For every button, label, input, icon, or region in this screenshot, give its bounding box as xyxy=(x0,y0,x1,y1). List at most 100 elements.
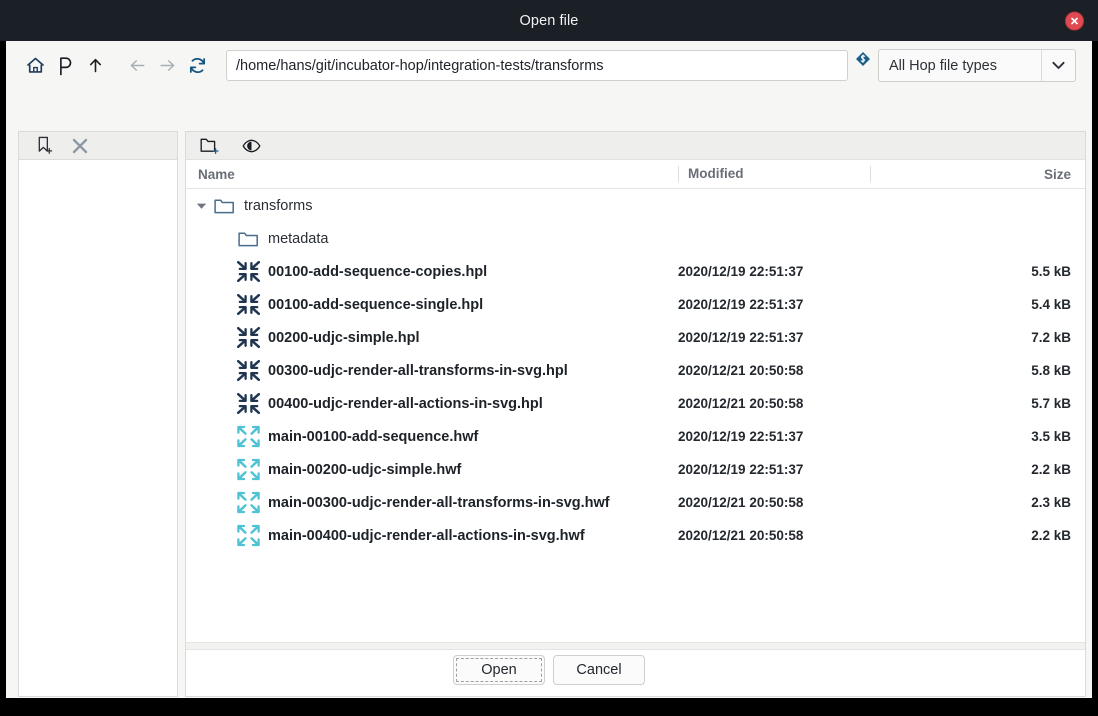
file-name-cell: 00200-udjc-simple.hpl xyxy=(186,326,678,350)
places-toolbar xyxy=(19,132,177,160)
file-size-cell: 5.8 kB xyxy=(870,363,1085,378)
workflow-file-icon xyxy=(234,491,262,515)
path-input-value: /home/hans/git/incubator-hop/integration… xyxy=(236,58,604,74)
shortcut-badge-icon xyxy=(854,50,872,68)
file-size-cell: 5.5 kB xyxy=(870,264,1085,279)
file-modified-cell: 2020/12/19 22:51:37 xyxy=(678,462,870,477)
file-name-label: metadata xyxy=(268,231,328,247)
show-hidden-icon[interactable] xyxy=(239,136,263,156)
file-browser-pane: Name Modified Size transforms metadata 001… xyxy=(185,131,1086,697)
arrow-forward-icon[interactable] xyxy=(152,51,182,81)
file-modified-cell: 2020/12/19 22:51:37 xyxy=(678,330,870,345)
file-modified-cell: 2020/12/21 20:50:58 xyxy=(678,528,870,543)
file-modified-cell: 2020/12/19 22:51:37 xyxy=(678,429,870,444)
file-size-cell: 5.4 kB xyxy=(870,297,1085,312)
table-row[interactable]: 00100-add-sequence-single.hpl2020/12/19 … xyxy=(186,288,1085,321)
table-row[interactable]: 00100-add-sequence-copies.hpl 2020/12/19 … xyxy=(186,255,1085,288)
open-button[interactable]: Open xyxy=(453,655,545,685)
file-modified-cell: 2020/12/21 20:50:58 xyxy=(678,495,870,510)
expander-placeholder xyxy=(192,329,210,347)
places-list[interactable] xyxy=(19,160,177,696)
chevron-down-icon[interactable] xyxy=(1041,50,1075,81)
table-row[interactable]: main-00200-udjc-simple.hwf 2020/12/19 22:… xyxy=(186,453,1085,486)
file-modified-cell: 2020/12/21 20:50:58 xyxy=(678,363,870,378)
table-row[interactable]: 00300-udjc-render-all-transforms-in-svg.… xyxy=(186,354,1085,387)
bookmark-remove-icon[interactable] xyxy=(69,136,91,156)
new-folder-icon[interactable] xyxy=(198,136,222,156)
file-name-label: main-00300-udjc-render-all-transforms-in… xyxy=(268,495,610,511)
file-name-label: 00100-add-sequence-single.hpl xyxy=(268,297,483,313)
file-browser-toolbar xyxy=(186,132,1085,160)
file-list[interactable]: transforms metadata 00100-add-sequence-cop… xyxy=(186,189,1085,642)
expander-placeholder xyxy=(192,461,210,479)
bookmark-add-icon[interactable] xyxy=(33,136,55,156)
file-name-label: 00300-udjc-render-all-transforms-in-svg.… xyxy=(268,363,568,379)
file-size-cell: 7.2 kB xyxy=(870,330,1085,345)
pipeline-file-icon xyxy=(234,392,262,416)
dialog-footer: Open Cancel xyxy=(6,641,1092,698)
table-row[interactable]: 00400-udjc-render-all-actions-in-svg.hpl… xyxy=(186,387,1085,420)
table-row[interactable]: metadata xyxy=(186,222,1085,255)
expander-placeholder xyxy=(192,395,210,413)
navigation-bar: /home/hans/git/incubator-hop/integration… xyxy=(6,41,1092,90)
file-name-cell: main-00400-udjc-render-all-actions-in-sv… xyxy=(186,524,678,548)
file-name-cell: 00400-udjc-render-all-actions-in-svg.hpl xyxy=(186,392,678,416)
table-row[interactable]: transforms xyxy=(186,189,1085,222)
file-size-cell: 2.2 kB xyxy=(870,462,1085,477)
path-input[interactable]: /home/hans/git/incubator-hop/integration… xyxy=(226,50,848,81)
file-name-label: transforms xyxy=(244,198,313,214)
workflow-file-icon xyxy=(234,458,262,482)
workflow-file-icon xyxy=(234,524,262,548)
open-file-window: Open file xyxy=(0,0,1098,716)
home-icon[interactable] xyxy=(20,51,50,81)
expander-placeholder xyxy=(192,428,210,446)
desktop-pin-icon[interactable] xyxy=(50,51,80,81)
pipeline-file-icon xyxy=(234,293,262,317)
file-name-label: 00400-udjc-render-all-actions-in-svg.hpl xyxy=(268,396,543,412)
file-name-cell: 00300-udjc-render-all-transforms-in-svg.… xyxy=(186,359,678,383)
column-header-size[interactable]: Size xyxy=(871,167,1085,182)
pipeline-file-icon xyxy=(234,326,262,350)
refresh-icon[interactable] xyxy=(182,51,212,81)
file-name-cell: main-00300-udjc-render-all-transforms-in… xyxy=(186,491,678,515)
file-modified-cell: 2020/12/19 22:51:37 xyxy=(678,264,870,279)
file-name-cell: transforms xyxy=(186,194,678,218)
expander-placeholder xyxy=(192,230,210,248)
file-type-filter-label: All Hop file types xyxy=(879,50,1041,81)
expander-placeholder xyxy=(192,263,210,281)
column-header-name[interactable]: Name xyxy=(186,167,678,182)
file-size-cell: 3.5 kB xyxy=(870,429,1085,444)
file-name-cell: 00100-add-sequence-single.hpl xyxy=(186,293,678,317)
file-name-label: 00200-udjc-simple.hpl xyxy=(268,330,420,346)
file-name-label: main-00400-udjc-render-all-actions-in-sv… xyxy=(268,528,585,544)
file-chooser-dialog: /home/hans/git/incubator-hop/integration… xyxy=(6,41,1092,698)
column-header-modified[interactable]: Modified xyxy=(678,166,870,182)
expander-placeholder xyxy=(192,527,210,545)
close-icon[interactable] xyxy=(1065,11,1084,30)
expander-triangle-icon[interactable] xyxy=(192,197,210,215)
arrow-back-icon[interactable] xyxy=(122,51,152,81)
table-row[interactable]: main-00300-udjc-render-all-transforms-in… xyxy=(186,486,1085,519)
folder-icon xyxy=(210,194,238,218)
table-row[interactable]: main-00400-udjc-render-all-actions-in-sv… xyxy=(186,519,1085,552)
workflow-file-icon xyxy=(234,425,262,449)
file-name-label: main-00100-add-sequence.hwf xyxy=(268,429,478,445)
window-title: Open file xyxy=(520,13,579,29)
table-row[interactable]: main-00100-add-sequence.hwf 2020/12/19 22… xyxy=(186,420,1085,453)
file-type-filter[interactable]: All Hop file types xyxy=(878,49,1076,82)
file-name-label: 00100-add-sequence-copies.hpl xyxy=(268,264,487,280)
cancel-button[interactable]: Cancel xyxy=(553,655,645,685)
file-size-cell: 5.7 kB xyxy=(870,396,1085,411)
file-size-cell: 2.2 kB xyxy=(870,528,1085,543)
expander-placeholder xyxy=(192,494,210,512)
file-modified-cell: 2020/12/21 20:50:58 xyxy=(678,396,870,411)
pipeline-file-icon xyxy=(234,260,262,284)
pipeline-file-icon xyxy=(234,359,262,383)
expander-placeholder xyxy=(192,296,210,314)
folder-icon xyxy=(234,227,262,251)
column-headers: Name Modified Size xyxy=(186,160,1085,189)
arrow-up-icon[interactable] xyxy=(80,51,110,81)
file-name-cell: 00100-add-sequence-copies.hpl xyxy=(186,260,678,284)
table-row[interactable]: 00200-udjc-simple.hpl 2020/12/19 22:51:37… xyxy=(186,321,1085,354)
file-name-label: main-00200-udjc-simple.hwf xyxy=(268,462,461,478)
